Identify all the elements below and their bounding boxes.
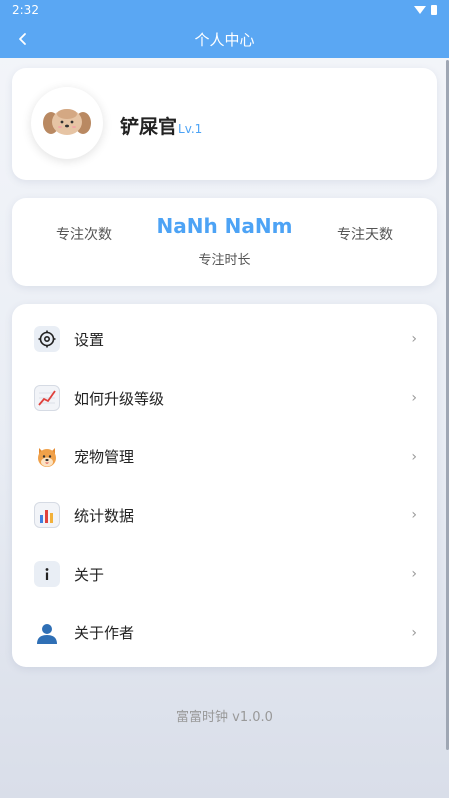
page-title: 个人中心 — [194, 30, 255, 49]
gear-icon — [34, 326, 60, 353]
profile-card: 铲屎官 Lv.1 — [12, 68, 437, 180]
username: 铲屎官 — [120, 116, 178, 138]
chevron-right-icon: › — [411, 331, 417, 348]
chevron-left-icon — [19, 33, 26, 45]
status-bar: 2:32 — [0, 0, 449, 20]
level-badge: Lv.1 — [178, 122, 203, 136]
chevron-right-icon: › — [411, 566, 417, 583]
menu-item-about[interactable]: 关于 › — [12, 545, 437, 604]
wifi-icon — [414, 6, 426, 14]
back-button[interactable] — [10, 26, 36, 52]
menu-item-statistics[interactable]: 统计数据 › — [12, 486, 437, 545]
battery-icon — [431, 5, 437, 15]
profile-name-row: 铲屎官 Lv.1 — [120, 112, 202, 139]
app-version: 富富时钟 v1.0.0 — [176, 710, 273, 725]
info-icon — [34, 561, 60, 588]
focus-days-label: 专注天数 — [337, 227, 393, 243]
menu-item-about-author[interactable]: 关于作者 › — [12, 603, 437, 662]
bar-chart-icon — [34, 502, 60, 529]
menu-item-label: 关于 — [74, 565, 105, 584]
dog-face-icon — [34, 444, 60, 470]
menu-item-pet-management[interactable]: 宠物管理 › — [12, 427, 437, 486]
menu-item-label: 统计数据 — [74, 506, 135, 525]
stats-card: 专注次数 NaNh NaNm 专注时长 专注天数 — [12, 198, 437, 286]
chevron-right-icon: › — [411, 507, 417, 524]
user-icon — [34, 620, 60, 646]
dog-avatar-icon — [43, 109, 91, 135]
menu-item-label: 关于作者 — [74, 624, 135, 643]
status-time: 2:32 — [12, 3, 39, 17]
trend-chart-icon — [34, 385, 60, 412]
menu-item-label: 如何升级等级 — [74, 389, 165, 408]
menu-item-settings[interactable]: 设置 › — [12, 310, 437, 369]
menu-item-label: 设置 — [74, 330, 105, 349]
chevron-right-icon: › — [411, 448, 417, 465]
menu-item-upgrade-guide[interactable]: 如何升级等级 › — [12, 369, 437, 428]
menu-card: 设置 › 如何升级等级 › 宠物管理 › 统计数据 › 关于 › 关于作者 › — [12, 304, 437, 667]
menu-item-label: 宠物管理 — [74, 448, 135, 467]
chevron-right-icon: › — [411, 390, 417, 407]
focus-time-label: 专注时长 — [198, 253, 251, 268]
avatar[interactable] — [31, 87, 103, 159]
chevron-right-icon: › — [411, 624, 417, 641]
app-bar: 个人中心 — [0, 20, 449, 58]
